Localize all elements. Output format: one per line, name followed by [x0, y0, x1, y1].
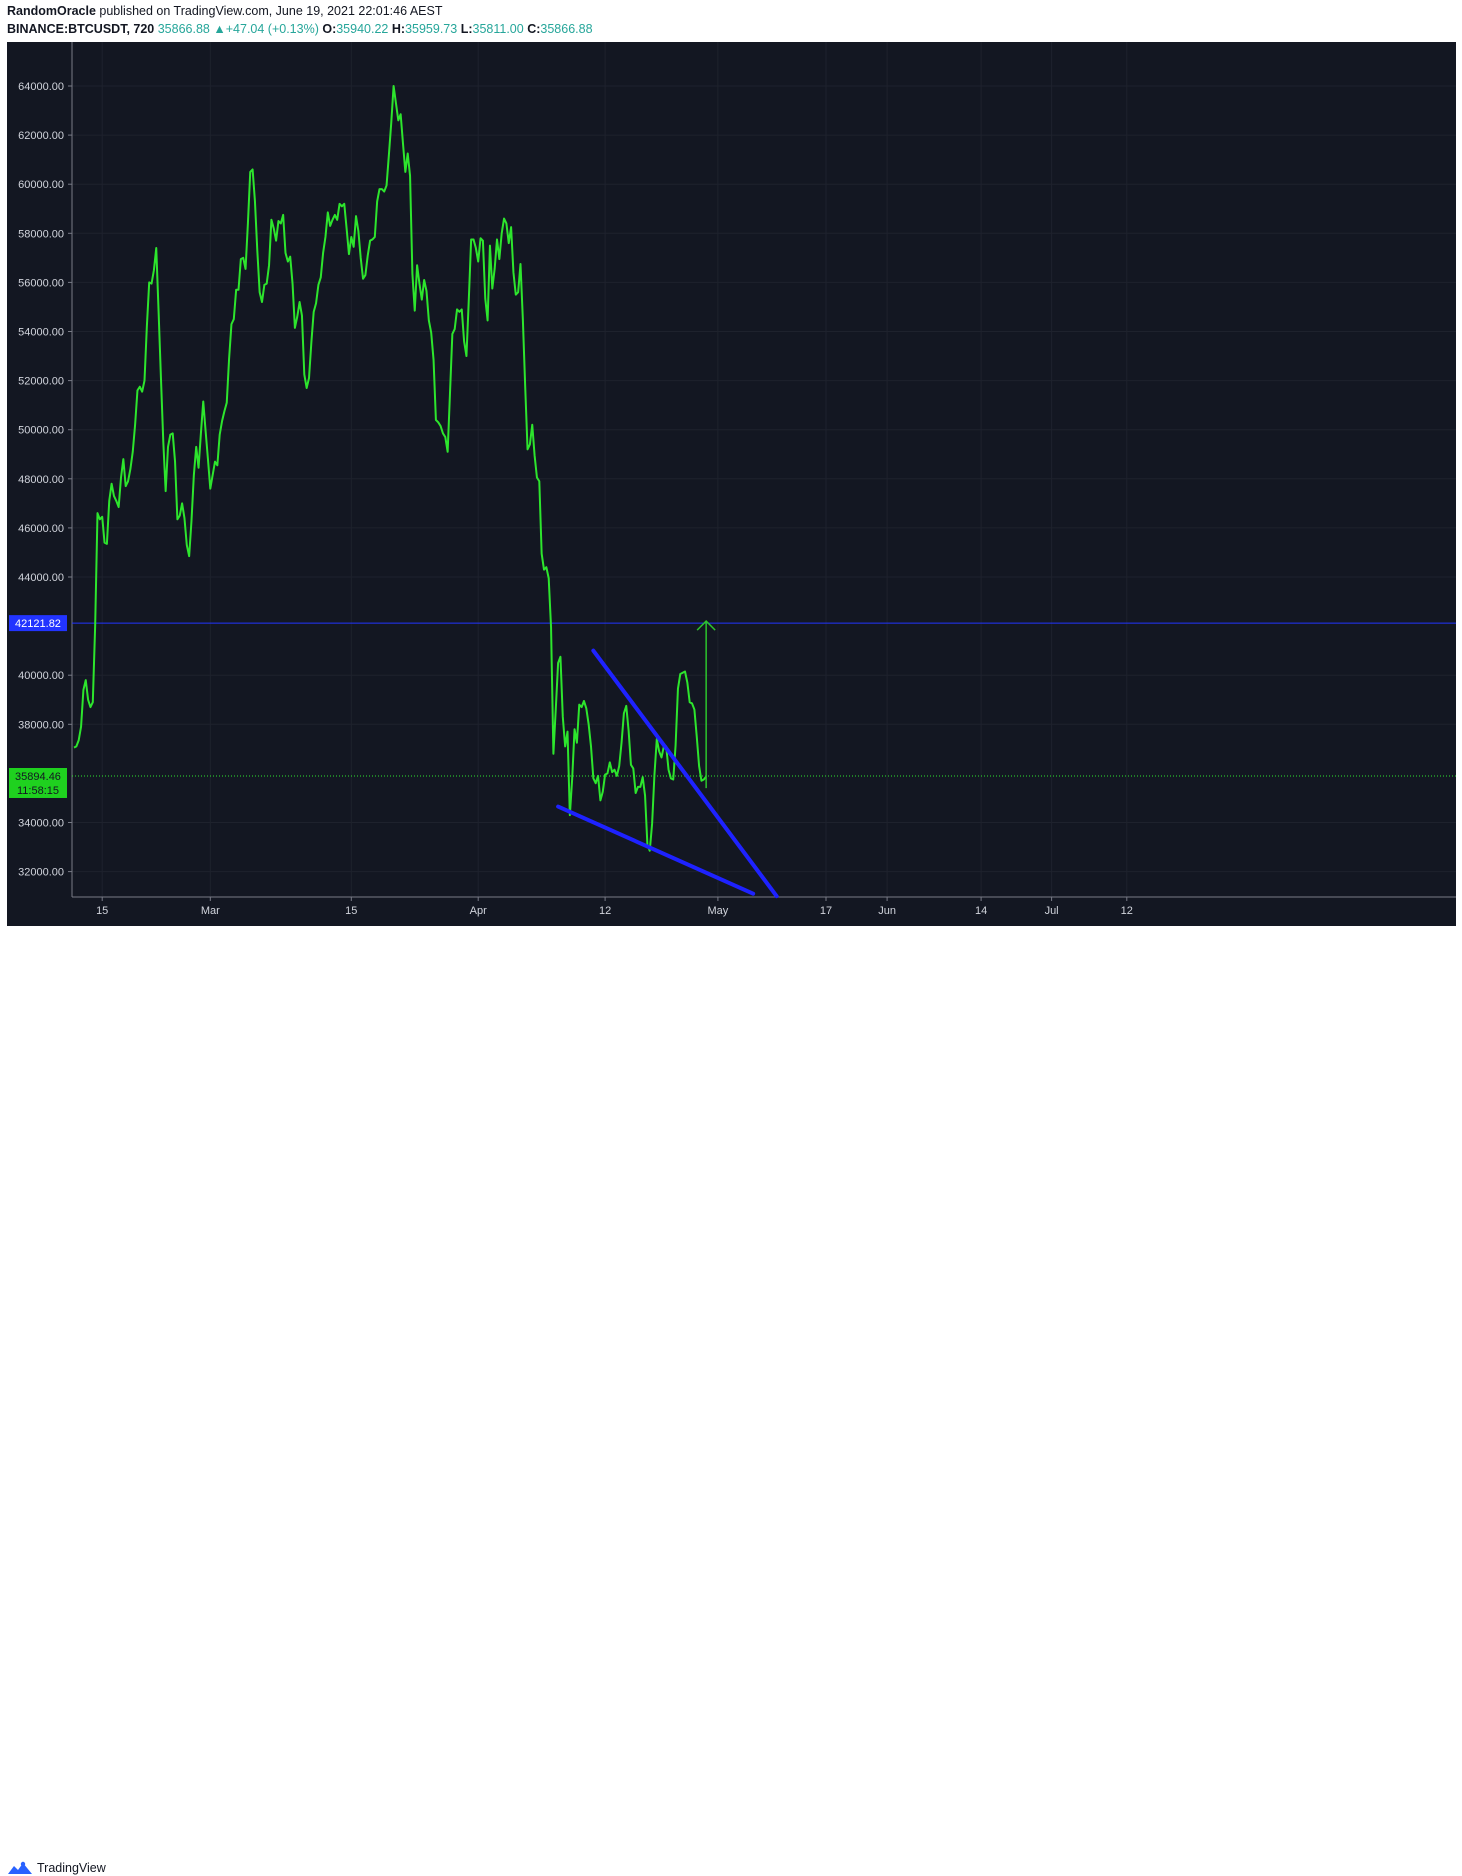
y-tick-label: 52000.00 [18, 376, 64, 388]
level-price-label: 42121.82 [15, 618, 61, 630]
x-tick-label: 12 [1121, 905, 1133, 917]
y-tick-label: 50000.00 [18, 425, 64, 437]
high-label: H: [391, 22, 406, 36]
chart-area[interactable]: 64000.00 62000.00 60000.00 58000.00 56000.00… [7, 42, 1456, 926]
y-tick-label: 62000.00 [18, 130, 64, 142]
x-tick-label: 14 [975, 905, 987, 917]
low-label: L: [460, 22, 473, 36]
y-tick-label: 46000.00 [18, 523, 64, 535]
price-change: +47.04 (+0.13%) [225, 22, 319, 36]
ohlc-line: BINANCE:BTCUSDT, 720 35866.88 ▲+47.04 (+… [7, 22, 593, 36]
y-tick-label: 48000.00 [18, 474, 64, 486]
footer: TradingView [0, 926, 1462, 1875]
x-tick-label: Jul [1045, 905, 1059, 917]
low-value: 35811.00 [472, 22, 524, 36]
author-name[interactable]: RandomOracle [7, 4, 96, 18]
x-tick-label: 15 [96, 905, 108, 917]
x-tick-label: 17 [820, 905, 832, 917]
x-tick-label: Mar [201, 905, 220, 917]
x-tick-label: Apr [470, 905, 487, 917]
x-tick-label: May [708, 905, 729, 917]
y-tick-label: 58000.00 [18, 228, 64, 240]
close-value: 35866.88 [540, 22, 593, 36]
price-chart[interactable]: 64000.00 62000.00 60000.00 58000.00 56000.00… [7, 42, 1456, 926]
publish-line: RandomOracle published on TradingView.co… [7, 4, 442, 18]
open-label: O: [322, 22, 337, 36]
y-tick-label: 32000.00 [18, 867, 64, 879]
tradingview-logo-icon [8, 1861, 32, 1874]
y-tick-label: 44000.00 [18, 572, 64, 584]
y-tick-label: 54000.00 [18, 327, 64, 339]
high-value: 35959.73 [405, 22, 458, 36]
change-indicator-icon: ▲ [213, 22, 226, 36]
y-tick-label: 60000.00 [18, 179, 64, 191]
x-tick-label: Jun [878, 905, 896, 917]
open-value: 35940.22 [336, 22, 389, 36]
tradingview-brand: TradingView [37, 1861, 106, 1875]
y-tick-label: 38000.00 [18, 719, 64, 731]
plot-background [7, 42, 1456, 926]
last-price-label: 35894.46 [15, 771, 61, 783]
y-tick-label: 56000.00 [18, 277, 64, 289]
y-tick-label: 34000.00 [18, 818, 64, 830]
close-label: C: [527, 22, 541, 36]
y-tick-label: 40000.00 [18, 670, 64, 682]
x-tick-label: 12 [599, 905, 611, 917]
symbol-label[interactable]: BINANCE:BTCUSDT, 720 [7, 22, 154, 36]
bar-countdown-label: 11:58:15 [17, 785, 59, 797]
tradingview-logo[interactable]: TradingView [7, 1860, 106, 1876]
last-price: 35866.88 [157, 22, 210, 36]
x-tick-label: 15 [345, 905, 357, 917]
y-tick-label: 64000.00 [18, 81, 64, 93]
publish-info: published on TradingView.com, June 19, 2… [99, 4, 443, 18]
chart-header: RandomOracle published on TradingView.co… [0, 0, 1462, 42]
